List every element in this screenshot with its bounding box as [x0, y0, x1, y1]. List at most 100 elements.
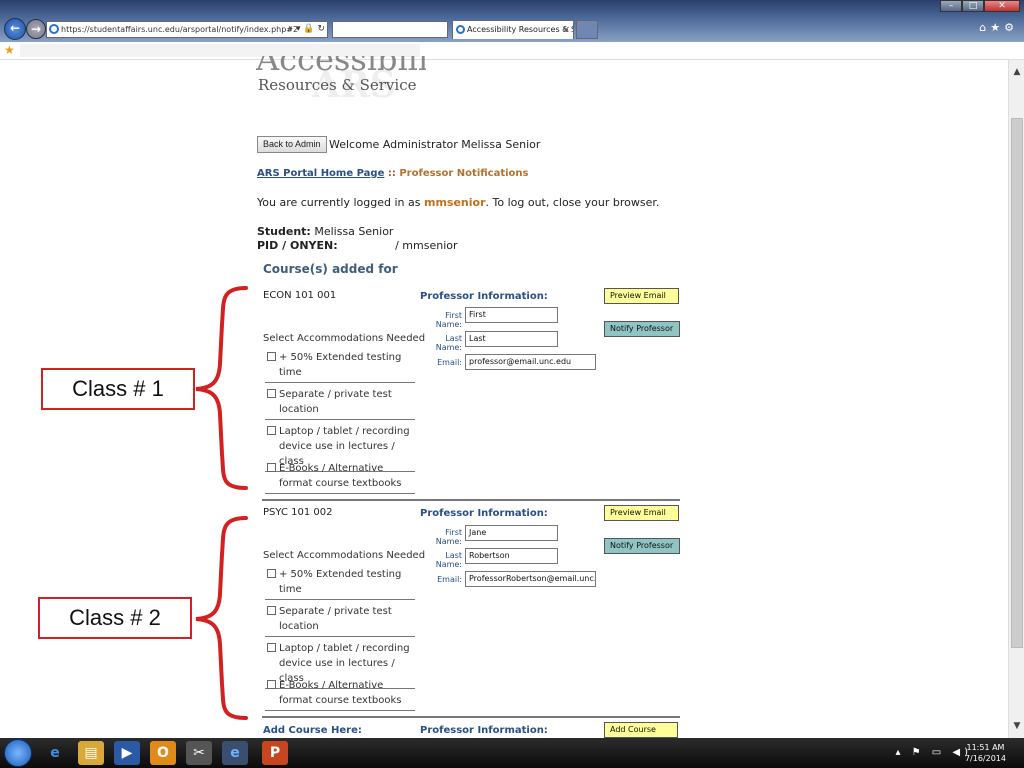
- class1-label: Class # 1: [41, 368, 195, 410]
- checkbox[interactable]: [267, 643, 276, 652]
- course-name: ECON 101 001: [263, 290, 337, 301]
- student-info: Student: Melissa Senior PID / ONYEN: / m…: [257, 225, 458, 253]
- accommodation-option[interactable]: + 50% Extended testing time: [265, 567, 415, 600]
- professor-info-title: Professor Information:: [420, 508, 548, 519]
- email-field[interactable]: professor@email.unc.edu: [465, 354, 596, 370]
- class2-label: Class # 2: [38, 597, 192, 639]
- first-name-field[interactable]: First: [465, 307, 558, 323]
- checkbox[interactable]: [267, 606, 276, 615]
- pid-label: PID / ONYEN:: [257, 239, 338, 252]
- first-name-label: First Name:: [435, 311, 462, 329]
- page-scrollbar[interactable]: ▲ ▼: [1008, 60, 1024, 738]
- start-button[interactable]: [4, 739, 32, 767]
- search-input[interactable]: [332, 21, 448, 38]
- student-name: Melissa Senior: [314, 225, 394, 238]
- back-to-admin-button[interactable]: Back to Admin: [257, 136, 327, 153]
- browser-chrome: – □ ✕ ← → https://studentaffairs.unc.edu…: [0, 0, 1024, 42]
- class1-brace: [195, 286, 248, 490]
- accommodation-option[interactable]: Separate / private test location: [265, 387, 415, 420]
- course-name: PSYC 101 002: [263, 507, 333, 518]
- window-controls: – □ ✕: [940, 0, 1020, 12]
- first-name-label: First Name:: [435, 528, 462, 546]
- forward-arrow-icon[interactable]: →: [26, 19, 46, 39]
- accommodation-option[interactable]: E-Books / Alternative format course text…: [265, 461, 415, 494]
- login-username: mmsenior: [423, 196, 486, 209]
- clock-date: 7/16/2014: [964, 754, 1006, 763]
- home-star-gear-icons[interactable]: ⌂★⚙: [979, 21, 1018, 34]
- snipping-tool-icon[interactable]: ✂: [186, 741, 212, 765]
- first-name-field[interactable]: Jane: [465, 525, 558, 541]
- url-text: https://studentaffairs.unc.edu/arsportal…: [61, 25, 299, 34]
- checkbox[interactable]: [267, 389, 276, 398]
- course-separator: [262, 499, 680, 501]
- maximize-button[interactable]: □: [962, 0, 984, 12]
- breadcrumb-current: Professor Notifications: [399, 168, 529, 179]
- browser-tab[interactable]: Accessibility Resources & S... ×: [452, 20, 574, 39]
- close-window-button[interactable]: ✕: [984, 0, 1020, 12]
- file-explorer-icon[interactable]: ▤: [78, 741, 104, 765]
- class2-brace: [195, 516, 248, 720]
- checkbox[interactable]: [267, 680, 276, 689]
- scroll-down-icon[interactable]: ▼: [1009, 718, 1024, 734]
- preview-email-button[interactable]: Preview Email: [604, 505, 679, 521]
- checkbox[interactable]: [267, 352, 276, 361]
- notify-professor-button[interactable]: Notify Professor: [604, 538, 680, 554]
- clock-time: 11:51 AM: [966, 743, 1005, 752]
- checkbox[interactable]: [267, 463, 276, 472]
- professor-info-title: Professor Information:: [420, 725, 548, 736]
- address-bar[interactable]: https://studentaffairs.unc.edu/arsportal…: [46, 21, 328, 38]
- add-course-label: Add Course Here:: [263, 725, 362, 736]
- internet-explorer-icon[interactable]: e: [42, 741, 68, 765]
- professor-info-title: Professor Information:: [420, 291, 548, 302]
- scroll-thumb[interactable]: [1011, 118, 1023, 648]
- accommodation-option[interactable]: + 50% Extended testing time: [265, 350, 415, 383]
- ars-logo: ARS Accessibility Resources & Service: [256, 56, 426, 100]
- preview-email-button[interactable]: Preview Email: [604, 288, 679, 304]
- login-suffix: . To log out, close your browser.: [485, 196, 660, 209]
- breadcrumb-separator: ::: [384, 168, 400, 179]
- ie-page-icon: [49, 24, 59, 34]
- email-label: Email:: [437, 575, 462, 584]
- last-name-field[interactable]: Robertson: [465, 548, 558, 564]
- accommodation-option[interactable]: E-Books / Alternative format course text…: [265, 678, 415, 711]
- internet-explorer-active-icon[interactable]: e: [222, 741, 248, 765]
- system-tray-icons[interactable]: ▴ ⚑ ▭ ◀): [895, 747, 972, 758]
- back-arrow-icon[interactable]: ←: [4, 18, 26, 40]
- tab-close-icon[interactable]: ×: [562, 21, 570, 39]
- system-clock[interactable]: 11:51 AM 7/16/2014: [965, 742, 1006, 764]
- login-prefix: You are currently logged in as: [257, 196, 424, 209]
- add-course-button[interactable]: Add Course: [604, 722, 678, 738]
- tab-title: Accessibility Resources & S...: [467, 25, 574, 34]
- accommodations-title: Select Accommodations Needed: [263, 333, 426, 344]
- email-label: Email:: [437, 358, 462, 367]
- pid-value: / mmsenior: [395, 239, 458, 252]
- accommodation-option[interactable]: Separate / private test location: [265, 604, 415, 637]
- last-name-label: Last Name:: [435, 334, 462, 352]
- login-status: You are currently logged in as mmsenior.…: [257, 196, 659, 209]
- welcome-text: Welcome Administrator Melissa Senior: [329, 138, 541, 151]
- favorites-bar: ★: [0, 42, 1024, 60]
- logo-subtitle: Resources & Service: [258, 76, 417, 94]
- checkbox[interactable]: [267, 569, 276, 578]
- student-label: Student:: [257, 225, 311, 238]
- scroll-up-icon[interactable]: ▲: [1009, 64, 1024, 80]
- checkbox[interactable]: [267, 426, 276, 435]
- logo-title: Accessibility: [256, 56, 426, 78]
- email-field[interactable]: ProfessorRobertson@email.unc.e: [465, 571, 596, 587]
- breadcrumb: ARS Portal Home Page :: Professor Notifi…: [257, 168, 528, 179]
- notify-professor-button[interactable]: Notify Professor: [604, 321, 680, 337]
- windows-taskbar: e ▤ ▶ O ✂ e P ▴ ⚑ ▭ ◀) 11:51 AM 7/16/201…: [0, 738, 1024, 768]
- minimize-button[interactable]: –: [940, 0, 962, 12]
- outlook-icon[interactable]: O: [150, 741, 176, 765]
- media-player-icon[interactable]: ▶: [114, 741, 140, 765]
- courses-heading: Course(s) added for: [263, 262, 398, 276]
- portal-home-link[interactable]: ARS Portal Home Page: [257, 168, 384, 179]
- last-name-field[interactable]: Last: [465, 331, 558, 347]
- course-separator: [262, 716, 680, 718]
- powerpoint-icon[interactable]: P: [262, 741, 288, 765]
- last-name-label: Last Name:: [435, 551, 462, 569]
- address-tools-icon[interactable]: ⌕ ▾ 🔒 ↻: [288, 22, 325, 37]
- favorites-star-icon[interactable]: ★: [4, 43, 15, 57]
- new-tab-button[interactable]: [576, 20, 598, 39]
- ie-tab-icon: [456, 25, 465, 34]
